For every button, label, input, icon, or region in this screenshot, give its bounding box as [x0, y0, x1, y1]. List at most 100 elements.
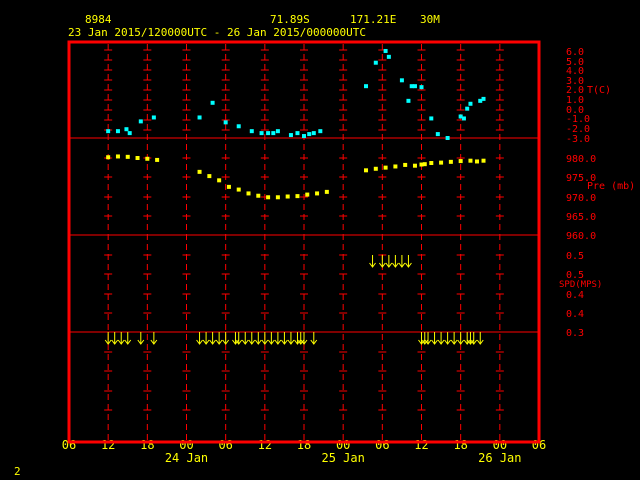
x-date-label: 25 Jan	[321, 451, 364, 465]
pressure-point	[125, 154, 130, 159]
speed-tick-label: 0.5	[566, 251, 584, 262]
temperature-point	[412, 84, 417, 89]
pressure-point	[324, 189, 329, 194]
temperature-point	[259, 131, 264, 136]
temperature-point	[210, 100, 215, 105]
x-tick-label: 06	[218, 438, 232, 452]
pressure-tick-label: 960.0	[566, 231, 596, 242]
pressure-axis-label: Pre (mb)	[587, 181, 635, 192]
temperature-point	[311, 131, 316, 136]
wind-arrow	[385, 255, 393, 268]
wind-arrow	[310, 332, 318, 345]
wind-arrow	[215, 332, 223, 345]
data-marks	[104, 48, 486, 345]
temperature-point	[223, 120, 228, 125]
temperature-point	[481, 96, 486, 101]
pressure-point	[256, 193, 261, 198]
wind-arrow	[196, 332, 203, 345]
pressure-tick-label: 970.0	[566, 193, 596, 204]
x-tick-label: 12	[414, 438, 428, 452]
temperature-point	[468, 101, 473, 106]
temperature-point	[151, 115, 156, 120]
pressure-point	[197, 169, 202, 174]
wind-arrow	[111, 332, 119, 345]
pressure-point	[275, 195, 280, 200]
wind-arrow	[476, 332, 484, 345]
pressure-point	[458, 159, 463, 164]
pressure-point	[448, 159, 453, 164]
temperature-point	[124, 127, 129, 132]
temperature-point	[386, 54, 391, 59]
x-tick-label: 00	[336, 438, 350, 452]
meteogram-chart: 8984 71.89S 171.21E 30M 23 Jan 2015/1200…	[14, 13, 635, 478]
pressure-point	[246, 191, 251, 196]
x-tick-label: 12	[258, 438, 272, 452]
wind-arrow	[437, 332, 445, 345]
wind-arrow	[209, 332, 217, 345]
wind-arrow	[241, 332, 249, 345]
temperature-point	[197, 115, 202, 120]
x-tick-label: 18	[140, 438, 154, 452]
temperature-point	[399, 78, 404, 83]
pressure-point	[135, 156, 140, 160]
pressure-point	[207, 174, 212, 179]
pressure-point	[115, 154, 120, 159]
pressure-point	[403, 162, 408, 167]
temperature-point	[236, 124, 241, 129]
wind-arrow	[405, 255, 412, 268]
temperature-point	[302, 134, 306, 139]
time-period: 23 Jan 2015/120000UTC - 26 Jan 2015/0000…	[68, 26, 366, 39]
temperature-point	[295, 131, 300, 136]
wind-arrow	[248, 332, 256, 345]
temperature-axis-label: T(C)	[587, 85, 611, 96]
wind-arrow	[124, 332, 132, 345]
x-tick-label: 00	[493, 438, 507, 452]
temperature-point	[445, 136, 450, 140]
wind-arrow	[457, 332, 465, 345]
wind-arrow	[431, 332, 438, 345]
wind-arrow	[267, 332, 275, 345]
x-tick-label: 18	[453, 438, 467, 452]
pressure-point	[305, 192, 310, 197]
pressure-point	[295, 194, 300, 199]
pressure-point	[106, 155, 111, 160]
temperature-point	[266, 131, 271, 136]
pressure-point	[236, 187, 241, 192]
wind-arrow	[391, 255, 399, 268]
pressure-point	[217, 178, 222, 183]
x-tick-label: 18	[297, 438, 311, 452]
page-number: 2	[14, 465, 21, 478]
pressure-point	[364, 168, 369, 173]
temperature-point	[419, 85, 424, 90]
temperature-point	[461, 116, 466, 121]
station-elevation: 30M	[420, 13, 440, 26]
temperature-point	[138, 119, 143, 124]
x-tick-label: 12	[101, 438, 115, 452]
x-tick-label: 06	[375, 438, 389, 452]
temperature-point	[429, 116, 434, 121]
x-date-label: 26 Jan	[478, 451, 521, 465]
temperature-point	[115, 129, 120, 134]
chart-header: 8984 71.89S 171.21E 30M 23 Jan 2015/1200…	[68, 13, 440, 39]
wind-arrow	[261, 332, 269, 345]
wind-arrow	[202, 332, 210, 345]
pressure-point	[373, 166, 378, 171]
temperature-point	[288, 133, 293, 138]
pressure-point	[393, 164, 398, 169]
pressure-tick-label: 965.0	[566, 212, 596, 223]
x-tick-label: 00	[179, 438, 193, 452]
wind-arrow	[398, 255, 406, 268]
temperature-point	[373, 60, 378, 65]
pressure-point	[474, 159, 479, 164]
station-longitude: 171.21E	[350, 13, 396, 26]
wind-arrow	[274, 332, 282, 345]
pressure-point	[155, 157, 160, 162]
temperature-point	[249, 129, 254, 134]
wind-arrow	[378, 255, 386, 268]
wind-arrow	[104, 332, 112, 345]
wind-arrow	[444, 332, 452, 345]
temperature-point	[435, 132, 440, 137]
wind-arrow	[450, 332, 458, 345]
station-id: 8984	[85, 13, 112, 26]
temperature-point	[406, 98, 411, 103]
